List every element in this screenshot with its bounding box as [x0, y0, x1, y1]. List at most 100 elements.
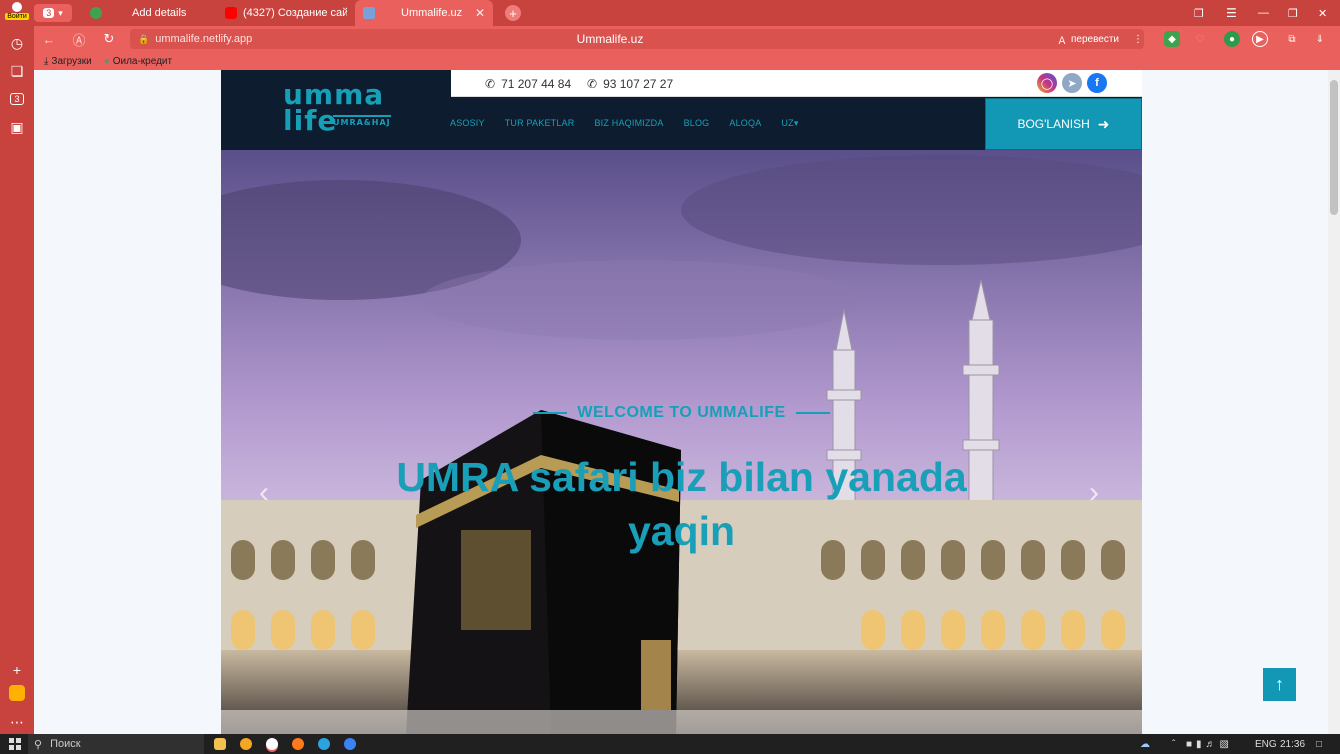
- site-favicon: [363, 7, 375, 19]
- tray-icons[interactable]: ■▮♬▧: [1186, 739, 1233, 750]
- site-container: umma life UMRA&HAJ ✆ 71 207 44 84 ✆ 93 1…: [221, 70, 1142, 734]
- contact-cta-button[interactable]: BOG'LANISH ➜: [985, 98, 1142, 150]
- screenshot-icon[interactable]: ▣: [4, 114, 30, 140]
- translate-button[interactable]: Ａ перевести ⋮: [1056, 29, 1144, 49]
- nav-aloqa[interactable]: ALOQA: [729, 118, 761, 129]
- collections-icon[interactable]: ❏: [4, 58, 30, 84]
- download-icon: ⤓: [44, 55, 49, 67]
- extension-leaf-icon[interactable]: ●: [1224, 31, 1240, 47]
- scroll-to-top-button[interactable]: ↑: [1263, 668, 1296, 701]
- page-title: Ummalife.uz: [576, 32, 644, 46]
- green-circle-icon: [90, 7, 102, 19]
- nav-blog[interactable]: BLOG: [684, 118, 710, 129]
- hero-background-image: [221, 150, 1142, 734]
- url-text: ummalife.netlify.app: [155, 33, 253, 45]
- settings-app-icon[interactable]: [344, 738, 356, 750]
- tab-ummalife[interactable]: Ummalife.uz ✕: [355, 0, 493, 26]
- tray-chevron-icon[interactable]: ˆ: [1172, 739, 1175, 750]
- translate-icon: Ａ: [1056, 35, 1067, 47]
- phone-2[interactable]: ✆ 93 107 27 27: [587, 77, 673, 91]
- downloads-panel-icon[interactable]: ⇓: [1312, 31, 1328, 47]
- page-scrollbar[interactable]: [1328, 70, 1340, 734]
- phone-icon: ✆: [587, 77, 598, 91]
- extension-heart-icon[interactable]: ♡: [1192, 31, 1208, 47]
- site-logo[interactable]: umma life UMRA&HAJ: [283, 81, 391, 135]
- address-bar: ← Ⓐ ↻ 🔒 ummalife.netlify.app Ummalife.uz…: [34, 26, 1340, 52]
- main-nav: ASOSIY TUR PAKETLAR BIZ HAQIMIZDA BLOG A…: [450, 118, 799, 129]
- prev-slide-icon[interactable]: ‹: [259, 476, 269, 510]
- hero-title: UMRA safari biz bilan yanada yaqin: [396, 454, 967, 554]
- browser-sidebar: Войти ◷ ❏ 3 ▣ + ⋯: [0, 0, 34, 734]
- extension-play-icon[interactable]: ▶: [1252, 31, 1268, 47]
- nav-asosiy[interactable]: ASOSIY: [450, 118, 485, 129]
- yandex-icon[interactable]: Ⓐ: [64, 30, 94, 49]
- extension-shield-icon[interactable]: ◆: [1164, 31, 1180, 47]
- yandex-browser-icon[interactable]: [266, 738, 278, 750]
- close-window-icon[interactable]: ✕: [1318, 7, 1327, 20]
- tab-strip: 3 ▾ Add details (4327) Создание сайтов с…: [34, 0, 1340, 26]
- new-tab-button[interactable]: +: [505, 5, 521, 21]
- nav-tur-paketlar[interactable]: TUR PAKETLAR: [505, 118, 575, 129]
- firefox-icon[interactable]: [292, 738, 304, 750]
- clock[interactable]: 21:36: [1280, 739, 1305, 750]
- logo-tagline: UMRA&HAJ: [333, 115, 391, 127]
- tab-group-button[interactable]: 3 ▾: [34, 4, 72, 22]
- browser-window: { "browser": { "profile_label": "Войти",…: [0, 0, 1340, 754]
- caret-down-icon: ▾: [793, 118, 799, 128]
- taskbar-search[interactable]: ⚲ Поиск: [28, 734, 204, 754]
- taskbar-app-icon[interactable]: [240, 738, 252, 750]
- url-field[interactable]: 🔒 ummalife.netlify.app Ummalife.uz ⚑: [130, 29, 1090, 49]
- phone-icon: ✆: [485, 77, 496, 91]
- hero-kicker: WELCOME TO UMMALIFE: [221, 404, 1142, 422]
- site-header: umma life UMRA&HAJ ✆ 71 207 44 84 ✆ 93 1…: [221, 70, 1142, 150]
- history-icon[interactable]: ◷: [4, 30, 30, 56]
- back-icon[interactable]: ←: [34, 32, 64, 47]
- tab-count-badge: 3: [43, 8, 55, 18]
- tab-youtube[interactable]: (4327) Создание сайтов с: [217, 0, 355, 26]
- reload-icon[interactable]: ↻: [94, 31, 124, 47]
- rail-badge[interactable]: 3: [4, 86, 30, 112]
- facebook-icon[interactable]: f: [1087, 73, 1107, 93]
- arrow-up-icon: ↑: [1275, 674, 1284, 694]
- weather-icon[interactable]: ☁: [1140, 739, 1150, 750]
- bookmark-icon: ●: [103, 55, 110, 67]
- instagram-icon[interactable]: ◯: [1037, 73, 1057, 93]
- add-panel-icon[interactable]: +: [4, 657, 30, 683]
- nav-biz-haqimizda[interactable]: BIZ HAQIMIZDA: [594, 118, 663, 129]
- os-taskbar: ⚲ Поиск ☁ ˆ ■▮♬▧ ENG 21:36 □: [0, 734, 1340, 754]
- arrow-right-icon: ➜: [1097, 115, 1110, 132]
- scrollbar-thumb[interactable]: [1330, 80, 1338, 215]
- profile-label: Войти: [5, 13, 29, 20]
- tab-manager-icon[interactable]: ❐: [1194, 7, 1204, 20]
- user-icon: [12, 2, 22, 12]
- windows-start-icon[interactable]: [9, 738, 21, 750]
- menu-icon[interactable]: ☰: [1226, 6, 1237, 20]
- profile-button[interactable]: Войти: [5, 2, 29, 20]
- next-slide-icon[interactable]: ›: [1089, 476, 1099, 510]
- bookmark-oila-kredit[interactable]: ● Оила-кредит: [104, 56, 172, 67]
- hero-slider: WELCOME TO UMMALIFE UMRA safari biz bila…: [221, 150, 1142, 734]
- language-dropdown[interactable]: UZ▾: [781, 118, 798, 129]
- apps-icon[interactable]: [9, 685, 25, 701]
- language-indicator[interactable]: ENG: [1255, 739, 1277, 750]
- more-icon[interactable]: ⋯: [4, 709, 30, 735]
- chevron-down-icon: ▾: [58, 7, 63, 18]
- notifications-icon[interactable]: □: [1316, 739, 1322, 750]
- phone-1[interactable]: ✆ 71 207 44 84: [485, 77, 571, 91]
- close-tab-icon[interactable]: ✕: [475, 6, 485, 20]
- extension-share-icon[interactable]: ⧉: [1284, 31, 1300, 47]
- search-icon: ⚲: [34, 738, 43, 751]
- page-viewport: umma life UMRA&HAJ ✆ 71 207 44 84 ✆ 93 1…: [34, 70, 1328, 734]
- more-vertical-icon[interactable]: ⋮: [1133, 34, 1143, 45]
- tab-add-details[interactable]: Add details: [82, 0, 217, 26]
- telegram-taskbar-icon[interactable]: [318, 738, 330, 750]
- lock-icon: 🔒: [138, 33, 150, 44]
- bookmark-downloads[interactable]: ⤓ Загрузки: [44, 56, 92, 67]
- restore-icon[interactable]: ❐: [1288, 7, 1298, 20]
- telegram-icon[interactable]: ➤: [1062, 73, 1082, 93]
- contact-topbar: ✆ 71 207 44 84 ✆ 93 107 27 27 ◯ ➤ f: [451, 70, 1142, 97]
- youtube-icon: [225, 7, 237, 19]
- file-explorer-icon[interactable]: [214, 738, 226, 750]
- bookmarks-bar: ⤓ Загрузки ● Оила-кредит: [34, 52, 1340, 70]
- minimize-icon[interactable]: —: [1258, 7, 1269, 19]
